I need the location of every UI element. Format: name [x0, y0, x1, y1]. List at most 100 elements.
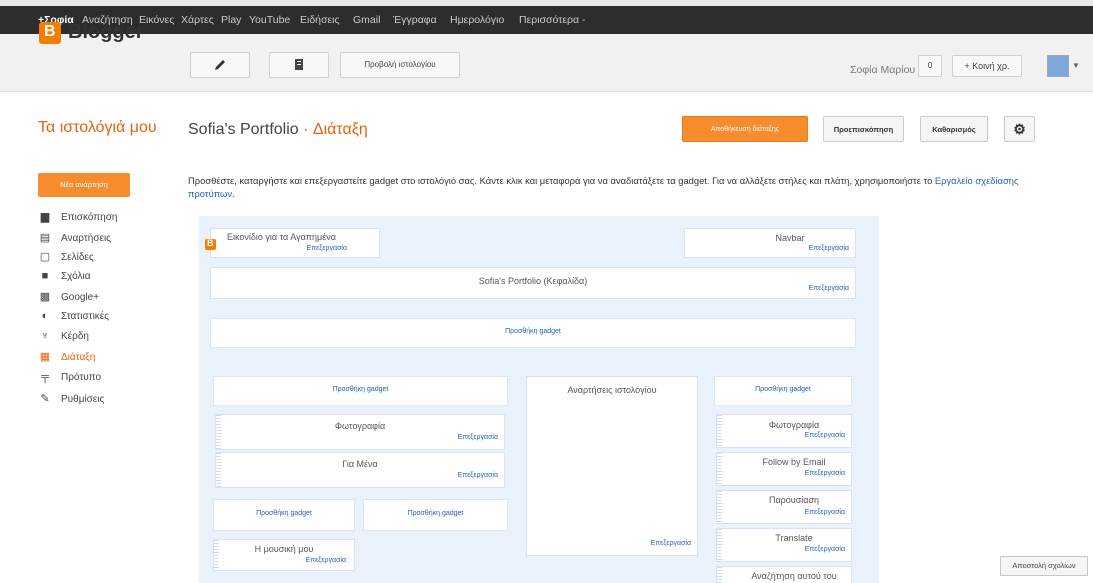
edit-link[interactable]: Επεξεργασία	[458, 472, 498, 479]
gadget-my-music[interactable]: Η μουσική μου Επεξεργασία	[213, 539, 355, 571]
view-blog-button[interactable]: Προβολή ιστολογίου	[340, 52, 460, 78]
edit-link[interactable]: Επεξεργασία	[809, 245, 849, 252]
sidebar-item-template[interactable]: ╤ Πρότυπο	[39, 371, 101, 383]
google-bar: +Σοφία Αναζήτηση Εικόνες Χάρτες Play You…	[0, 6, 1093, 34]
edit-link[interactable]: Επεξεργασία	[805, 546, 845, 553]
logo-letter: B	[44, 23, 56, 40]
home-icon: ▆	[40, 211, 50, 223]
edit-link[interactable]: Επεξεργασία	[651, 540, 691, 547]
save-layout-button[interactable]: Αποθήκευση διάταξης	[682, 116, 808, 142]
gadget-slideshow[interactable]: Παρουσίαση Επεξεργασία	[716, 490, 852, 524]
gbar-item-images[interactable]: Εικόνες	[139, 14, 174, 26]
gbar-item-gmail[interactable]: Gmail	[353, 14, 380, 26]
wrench-icon: ✎	[40, 393, 50, 405]
sidebar-item-pages[interactable]: ▢ Σελίδες	[39, 250, 94, 263]
gadget-photo-right[interactable]: Φωτογραφία Επεξεργασία	[716, 414, 852, 448]
share-button[interactable]: + Κοινή χρ.	[952, 55, 1022, 77]
sidebar-item-label: Στατιστικές	[61, 311, 110, 322]
gbar-item-more[interactable]: Περισσότερα -	[519, 14, 586, 26]
add-gadget-crossbar[interactable]: Προσθήκη gadget	[210, 318, 856, 348]
add-gadget-link[interactable]: Προσθήκη gadget	[364, 510, 507, 517]
drag-handle[interactable]	[717, 415, 722, 447]
preview-button[interactable]: Προεπισκόπηση	[823, 116, 904, 142]
new-post-button[interactable]: Νέα ανάρτηση	[38, 173, 130, 197]
sidebar-item-label: Κέρδη	[61, 331, 89, 342]
edit-link[interactable]: Επεξεργασία	[805, 432, 845, 439]
description-text: Προσθέστε, καταργήστε και επεξεργαστείτε…	[188, 175, 935, 186]
sidebar-item-label: Σελίδες	[61, 252, 94, 263]
layout-icon: ▦	[39, 351, 51, 363]
drag-handle[interactable]	[717, 529, 722, 561]
chevron-down-icon[interactable]: ▼	[1072, 61, 1080, 70]
gear-icon[interactable]: ⚙	[1004, 116, 1035, 142]
gadget-header[interactable]: Sofia's Portfolio (Κεφαλίδα) Επεξεργασία	[210, 267, 856, 299]
sidebar-item-label: Επισκόπηση	[61, 212, 118, 223]
sidebar-item-wrench[interactable]: ✎ Ρυθμίσεις	[39, 392, 104, 405]
gadget-title: Αναρτήσεις ιστολογίου	[567, 385, 657, 395]
gadget-translate[interactable]: Translate Επεξεργασία	[716, 528, 852, 562]
sidebar-item-trophy[interactable]: ♆ Κέρδη	[39, 330, 89, 342]
drag-handle[interactable]	[717, 491, 722, 523]
my-blogs-link[interactable]: Τα ιστολόγιά μου	[38, 119, 157, 137]
edit-link[interactable]: Επεξεργασία	[805, 470, 845, 477]
title-separator: ·	[303, 121, 309, 138]
gbar-item-news[interactable]: Ειδήσεις	[300, 14, 340, 26]
add-gadget-link[interactable]: Προσθήκη gadget	[214, 386, 507, 393]
gbar-item-play[interactable]: Play	[221, 14, 241, 26]
drag-handle[interactable]	[717, 453, 722, 485]
gadget-follow-by-email[interactable]: Follow by Email Επεξεργασία	[716, 452, 852, 486]
edit-link[interactable]: Επεξεργασία	[458, 434, 498, 441]
gbar-item-maps[interactable]: Χάρτες	[181, 14, 214, 26]
edit-link[interactable]: Επεξεργασία	[809, 285, 849, 292]
gadget-navbar[interactable]: Navbar Επεξεργασία	[684, 228, 856, 258]
gadget-title: Navbar	[775, 233, 805, 243]
add-gadget-sidebar-left[interactable]: Προσθήκη gadget	[213, 376, 508, 406]
add-gadget-sidebar-right[interactable]: Προσθήκη gadget	[714, 376, 852, 406]
new-post-pencil-button[interactable]	[190, 52, 250, 78]
notification-count[interactable]: 0	[918, 55, 942, 77]
username[interactable]: Σοφία Μαρίου	[850, 64, 915, 76]
gadget-title: Sofia's Portfolio (Κεφαλίδα)	[478, 276, 588, 286]
send-feedback-button[interactable]: Αποστολή σχολίων	[1000, 556, 1088, 576]
gadget-title: Η μουσική μου	[254, 544, 314, 554]
gadget-search-this-blog[interactable]: Αναζήτηση αυτού του	[716, 566, 852, 583]
gbar-item-youtube[interactable]: YouTube	[249, 14, 290, 26]
drag-handle[interactable]	[717, 567, 722, 583]
add-gadget-link[interactable]: Προσθήκη gadget	[715, 386, 851, 393]
document-icon	[295, 59, 303, 70]
template-icon: ╤	[41, 371, 49, 383]
gadget-title: Φωτογραφία	[334, 421, 386, 431]
blogger-logo-text[interactable]: Blogger	[68, 21, 144, 44]
add-gadget-link[interactable]: Προσθήκη gadget	[211, 328, 855, 335]
posts-list-button[interactable]	[269, 52, 329, 78]
sidebar-item-layout[interactable]: ▦ Διάταξη	[39, 350, 96, 363]
gadget-title: Για Μένα	[342, 459, 378, 469]
add-gadget-bottom-middle[interactable]: Προσθήκη gadget	[363, 499, 508, 531]
edit-link[interactable]: Επεξεργασία	[805, 509, 845, 516]
sidebar-item-comments[interactable]: ■ Σχόλια	[39, 270, 91, 282]
sidebar-item-label: Σχόλια	[61, 271, 91, 282]
gadget-favicon[interactable]: Εικονίδιο για τα Αγαπημένα Επεξεργασία	[210, 228, 380, 258]
sidebar-item-label: Google+	[61, 292, 100, 303]
add-gadget-bottom-left[interactable]: Προσθήκη gadget	[213, 499, 355, 531]
blogger-logo-icon[interactable]: B	[39, 22, 61, 44]
sidebar-item-posts[interactable]: ▤ Αναρτήσεις	[39, 231, 111, 244]
sidebar-item-googleplus[interactable]: ▩ Google+	[39, 290, 99, 303]
gbar-item-docs[interactable]: Έγγραφα	[393, 14, 437, 26]
sidebar-item-home[interactable]: ▆ Επισκόπηση	[39, 210, 118, 223]
gbar-item-calendar[interactable]: Ημερολόγιο	[450, 14, 504, 26]
edit-link[interactable]: Επεξεργασία	[306, 557, 346, 564]
trophy-icon: ♆	[40, 330, 50, 342]
gadget-blog-posts[interactable]: Αναρτήσεις ιστολογίου Επεξεργασία	[526, 376, 698, 556]
avatar-icon[interactable]	[1047, 55, 1069, 77]
layout-description: Προσθέστε, καταργήστε και επεξεργαστείτε…	[188, 174, 1048, 200]
stats-icon: ◐	[41, 310, 49, 322]
gadget-photo-left[interactable]: Φωτογραφία Επεξεργασία	[215, 414, 505, 450]
clear-button[interactable]: Καθαρισμός	[920, 116, 988, 142]
blog-name[interactable]: Sofia's Portfolio	[188, 121, 299, 138]
gadget-about-me[interactable]: Για Μένα Επεξεργασία	[215, 452, 505, 488]
edit-link[interactable]: Επεξεργασία	[307, 245, 347, 252]
add-gadget-link[interactable]: Προσθήκη gadget	[214, 510, 354, 517]
gadget-title: Παρουσίαση	[768, 495, 820, 505]
sidebar-item-stats[interactable]: ◐ Στατιστικές	[39, 310, 109, 322]
